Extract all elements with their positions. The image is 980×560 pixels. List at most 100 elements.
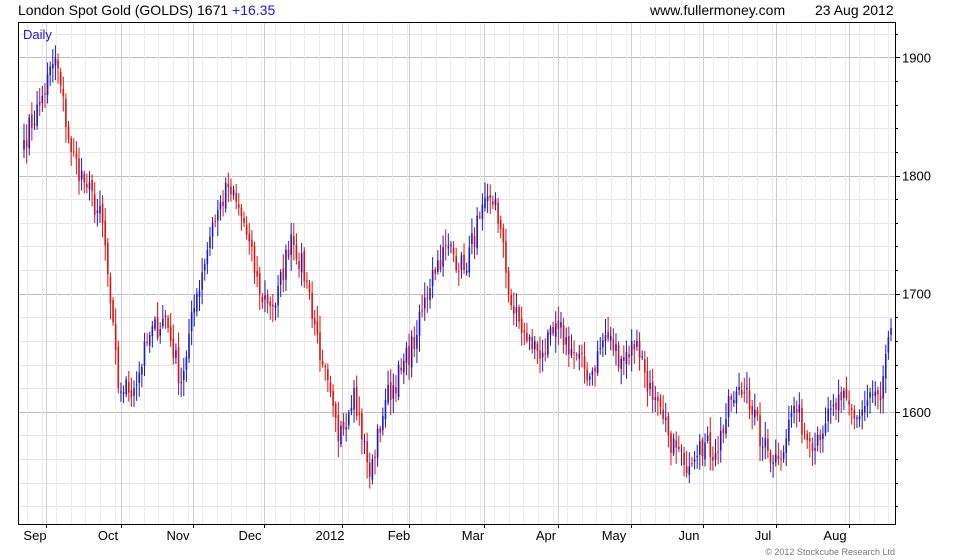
candle-body [361,413,363,440]
candle [837,379,840,423]
candle-body [222,201,224,207]
candle-body [675,440,678,448]
candle-body [798,404,801,413]
candle-body [523,330,526,332]
candle-body [177,347,180,383]
candle [282,254,285,293]
candle-body [203,263,206,271]
candle-body [408,345,410,366]
gridlines [18,22,895,524]
candle-body [342,422,345,430]
candle-body [127,382,130,393]
candle-body [416,335,418,349]
candle-body [539,350,541,359]
candle [141,363,143,388]
candle [316,305,319,344]
candle [135,371,138,401]
candle [625,340,628,379]
y-tick-label: 1900 [902,50,931,65]
candle-body [505,241,507,273]
candle-body [753,409,756,418]
candle [753,393,756,426]
x-tick-label: Jul [755,528,772,543]
candle-body [680,449,683,451]
candle-body [337,415,340,442]
candle-body [882,376,884,399]
candle [418,304,421,352]
candle-body [850,408,853,410]
candle [570,334,573,359]
candle [49,61,51,86]
candle [568,326,570,367]
candle-body [78,158,80,182]
candle [526,322,528,344]
candle [258,266,261,311]
candle-body [248,233,251,242]
candle [91,174,93,207]
candle-body [306,280,308,282]
candle-body [701,439,704,457]
x-tick-label: Dec [238,528,262,543]
candle [371,454,374,485]
candle [80,158,83,191]
candle-body [230,186,232,195]
candle [575,352,578,361]
candle-body [376,428,379,458]
candle [164,309,167,329]
candle [518,304,520,329]
candle-body [848,400,850,405]
candle [334,401,337,432]
candle [175,343,177,364]
candle [355,375,358,421]
candle-body [549,328,552,336]
candle [769,449,772,473]
candle-body [439,260,442,270]
candle [313,309,316,336]
candle [266,289,269,314]
candle [513,292,515,326]
candlestick-chart: 1600 1700 1800 1900 Sep Oct Nov Dec 2012 Feb Mar Ap… [18,22,931,557]
candle-body [382,416,384,431]
candle-body [455,255,457,271]
candle-body [706,435,709,441]
axes: 1600 1700 1800 1900 Sep Oct Nov Dec 2012 Feb Mar Ap… [23,34,931,543]
candle-body [46,74,49,95]
candle-body [767,438,769,451]
candle-body [526,332,528,341]
candle [185,350,188,383]
candle-body [83,173,86,183]
candle-body [410,336,413,368]
candle [416,320,418,364]
candle [429,278,431,309]
candle-body [321,360,324,365]
candle-body [615,344,617,352]
candle [358,396,361,426]
candle-body [196,293,198,312]
candle-body [685,466,688,474]
candle-body [746,388,748,390]
candle [203,258,206,281]
candle [688,452,691,484]
candle [458,262,460,287]
candle-body [28,117,31,149]
candle [793,396,795,424]
candle [691,456,693,467]
candle-body [698,441,701,455]
candle [468,235,471,278]
candle-body [379,428,382,433]
candle-body [371,459,374,480]
candle-body [70,138,72,152]
candle [877,386,879,410]
candle-body [272,304,274,307]
candle [88,171,91,201]
candle-body [285,249,287,280]
candle [182,357,185,397]
candle-body [811,443,814,452]
candle-body [125,379,127,395]
candle [463,243,465,275]
candle-body [282,268,285,281]
candle-body [617,345,620,368]
candle [777,442,780,466]
candle [612,328,615,357]
candle-body [198,290,201,298]
